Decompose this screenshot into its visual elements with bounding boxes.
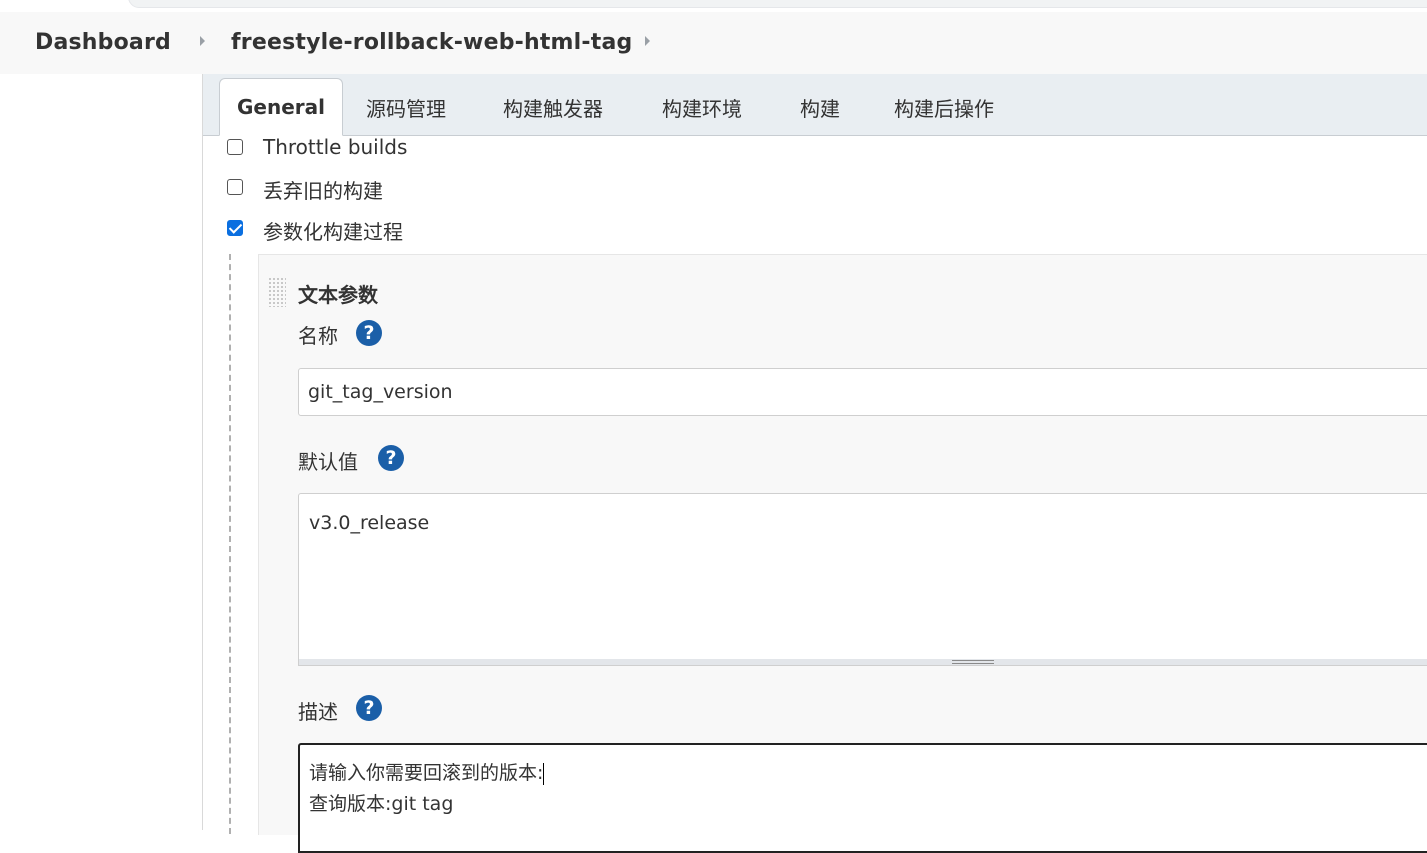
job-config-panel: General 源码管理 构建触发器 构建环境 构建 构建后操作 Throttl… [202, 74, 1427, 853]
breadcrumb-separator-icon[interactable] [200, 36, 205, 46]
tab-general[interactable]: General [219, 78, 343, 136]
tab-post-build[interactable]: 构建后操作 [894, 93, 994, 122]
breadcrumb-dashboard[interactable]: Dashboard [35, 30, 171, 55]
breadcrumb: Dashboard freestyle-rollback-web-html-ta… [0, 12, 1427, 74]
breadcrumb-separator-icon[interactable] [645, 36, 650, 46]
parameterized-build-label[interactable]: 参数化构建过程 [263, 216, 403, 245]
discard-old-builds-label[interactable]: 丢弃旧的构建 [263, 175, 383, 204]
help-icon[interactable]: ? [356, 320, 382, 346]
name-input[interactable]: git_tag_version [298, 368, 1427, 416]
config-tabbar: General 源码管理 构建触发器 构建环境 构建 构建后操作 [203, 74, 1427, 136]
text-caret [543, 762, 545, 785]
textarea-resize-handle[interactable] [298, 659, 1427, 666]
browser-top-strip [0, 0, 1427, 12]
description-label: 描述 [298, 700, 338, 724]
drag-handle-icon[interactable] [268, 277, 286, 307]
description-line: 请输入你需要回滚到的版本: [309, 762, 545, 785]
discard-old-builds-checkbox[interactable] [227, 179, 243, 195]
tab-build-environment[interactable]: 构建环境 [662, 93, 742, 122]
address-bar-edge [128, 0, 1427, 8]
default-value-label: 默认值 [298, 450, 358, 474]
tab-build-triggers[interactable]: 构建触发器 [503, 93, 603, 122]
name-label: 名称 [298, 324, 338, 348]
parameterized-build-checkbox[interactable] [227, 220, 243, 236]
description-textarea[interactable]: 请输入你需要回滚到的版本: 查询版本:git tag [298, 743, 1427, 853]
tab-source-code[interactable]: 源码管理 [366, 93, 446, 122]
parameter-type-title: 文本参数 [298, 283, 378, 307]
resize-grip-icon[interactable] [952, 660, 994, 664]
throttle-builds-checkbox[interactable] [227, 139, 243, 155]
help-icon[interactable]: ? [356, 695, 382, 721]
breadcrumb-job[interactable]: freestyle-rollback-web-html-tag [231, 30, 632, 55]
nested-section-rail [229, 254, 231, 834]
help-icon[interactable]: ? [378, 445, 404, 471]
throttle-builds-label[interactable]: Throttle builds [263, 135, 407, 159]
description-line: 查询版本:git tag [309, 793, 454, 815]
default-value-textarea[interactable]: v3.0_release [298, 493, 1427, 660]
text-parameter-block: 文本参数 名称 ? git_tag_version 默认值 ? v3.0_rel… [258, 254, 1427, 853]
tab-build[interactable]: 构建 [800, 93, 840, 122]
